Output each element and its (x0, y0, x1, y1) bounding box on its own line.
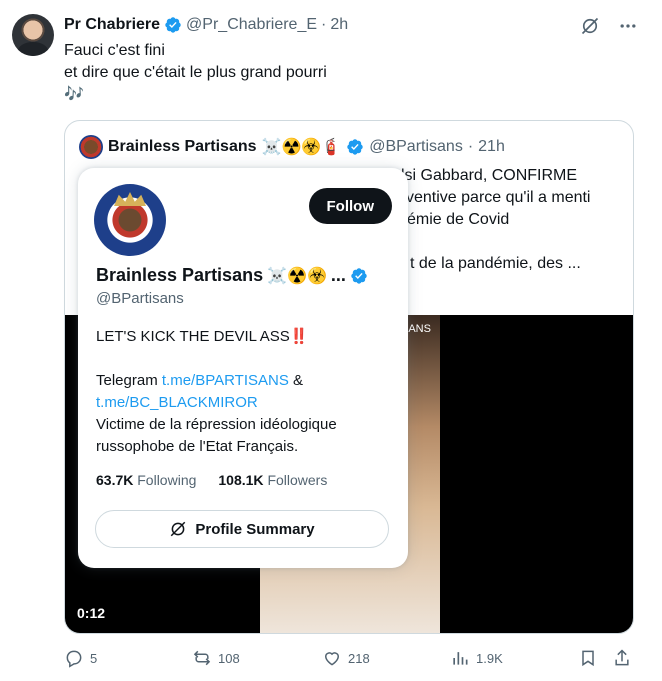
share-icon (615, 649, 629, 666)
grok-icon (171, 521, 186, 537)
following-count: 63.7K (96, 472, 134, 488)
views-button[interactable]: 1.9K (450, 648, 503, 668)
author-handle[interactable]: @Pr_Chabriere_E (186, 16, 317, 34)
heart-icon (324, 652, 340, 666)
views-count: 1.9K (476, 650, 503, 666)
share-button[interactable] (612, 648, 632, 668)
tweet-line: Fauci c'est fini (64, 42, 165, 59)
bio-telegram-label: Telegram (96, 372, 162, 389)
bookmark-icon (582, 650, 594, 667)
bio-line: russophobe de l'Etat Français. (96, 438, 299, 455)
verified-badge-icon (351, 267, 367, 284)
reply-button[interactable]: 5 (64, 648, 97, 668)
verified-badge-icon (347, 139, 363, 155)
views-icon (453, 652, 468, 665)
bio-line: Victime de la répression idéologique (96, 416, 337, 433)
separator-dot: · (321, 16, 327, 33)
tweet-header: Pr Chabriere @Pr_Chabriere_E · 2h (64, 16, 348, 34)
repost-button[interactable]: 108 (192, 648, 240, 668)
quote-author-emojis: ☠️☢️☣️🧯 (261, 139, 342, 156)
bio-line: LET'S KICK THE DEVIL ASS‼️ (96, 328, 309, 345)
reply-icon (66, 650, 82, 668)
hovercard-name[interactable]: Brainless Partisans (96, 265, 263, 286)
quote-author-avatar[interactable] (79, 135, 103, 159)
quote-header: Brainless Partisans ☠️☢️☣️🧯 @BPartisans … (79, 135, 505, 159)
followers-count: 108.1K (218, 472, 264, 488)
followers-stat[interactable]: 108.1K Followers (218, 472, 327, 488)
author-avatar[interactable] (12, 14, 54, 56)
repost-icon (193, 650, 211, 666)
tweet-time[interactable]: 2h (330, 16, 348, 34)
grok-icon[interactable] (580, 16, 600, 36)
hovercard-handle[interactable]: @BPartisans (96, 290, 184, 307)
bio-amp: & (288, 372, 304, 389)
tweet-line: 🎶 (64, 86, 84, 103)
separator-dot: · (467, 138, 474, 155)
quote-author-name[interactable]: Brainless Partisans (108, 138, 257, 156)
reply-count: 5 (90, 650, 98, 666)
hovercard-emojis: ☠️☢️☣️ (267, 267, 327, 285)
tweet-line: et dire que c'était le plus grand pourri (64, 64, 327, 81)
following-stat[interactable]: 63.7K Following (96, 472, 196, 488)
profile-summary-label: Profile Summary (195, 520, 315, 538)
verified-badge-icon (165, 17, 181, 33)
hovercard-ellipsis: ... (330, 265, 346, 285)
quote-author-handle[interactable]: @BPartisans (369, 138, 463, 156)
video-duration: 0:12 (77, 605, 106, 621)
bio-link[interactable]: t.me/BC_BLACKMIROR (96, 394, 258, 411)
bio-telegram-line: Telegram t.me/BPARTISANS & (96, 370, 396, 392)
tweet-text: Fauci c'est fini et dire que c'était le … (64, 40, 327, 106)
profile-hovercard: Follow Brainless Partisans ☠️☢️☣️ ... @B… (78, 168, 408, 568)
more-options-icon[interactable] (618, 16, 638, 36)
hovercard-name-row: Brainless Partisans ☠️☢️☣️ ... (96, 265, 368, 286)
quote-time[interactable]: 21h (478, 138, 505, 156)
like-count: 218 (348, 650, 370, 666)
hovercard-stats: 63.7K Following 108.1K Followers (96, 472, 327, 488)
profile-summary-button[interactable]: Profile Summary (95, 510, 389, 548)
tweet-actions: 5 108 218 1.9K (64, 648, 634, 670)
hovercard-avatar[interactable] (94, 184, 166, 256)
bio-link[interactable]: t.me/BPARTISANS (162, 372, 289, 389)
follow-button[interactable]: Follow (308, 188, 392, 224)
followers-label: Followers (267, 472, 328, 488)
repost-count: 108 (218, 650, 240, 666)
tweet-top-actions (580, 16, 638, 36)
hovercard-bio: LET'S KICK THE DEVIL ASS‼️ Telegram t.me… (96, 326, 396, 458)
author-name[interactable]: Pr Chabriere (64, 16, 160, 34)
like-button[interactable]: 218 (322, 648, 370, 668)
bio-spacer (96, 348, 396, 370)
bookmark-button[interactable] (578, 648, 598, 668)
following-label: Following (137, 472, 197, 488)
